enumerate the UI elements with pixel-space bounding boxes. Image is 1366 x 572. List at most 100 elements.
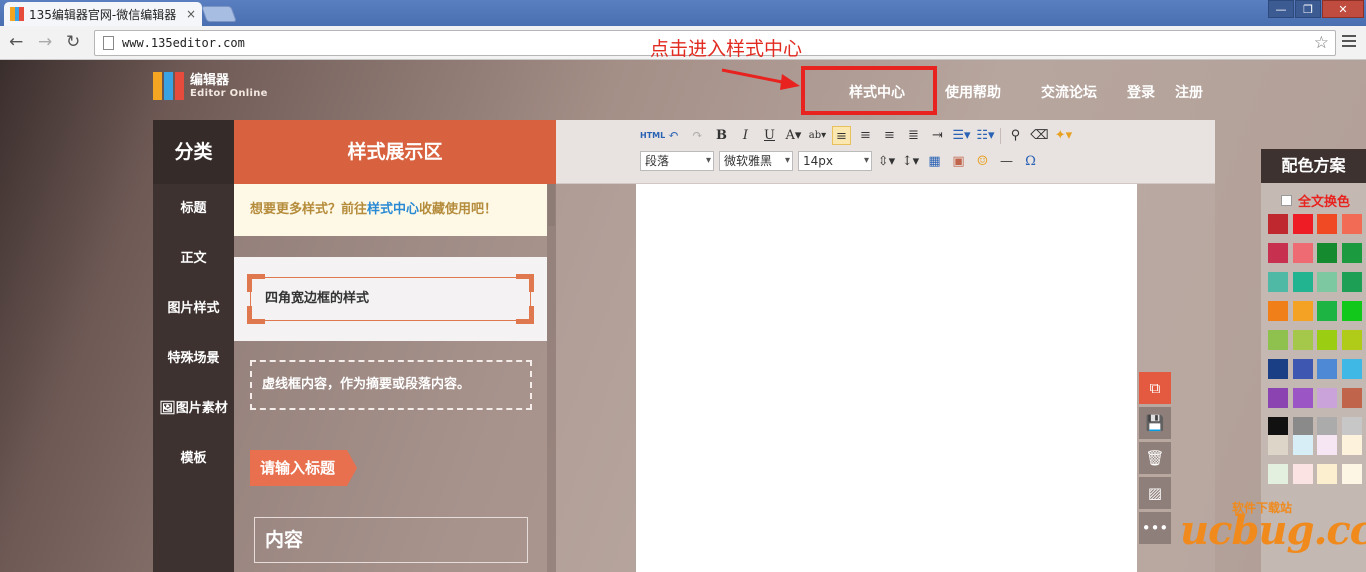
- color-swatch[interactable]: [1341, 214, 1362, 234]
- editor-document[interactable]: [636, 184, 1137, 572]
- color-swatch[interactable]: [1341, 272, 1362, 292]
- underline-icon[interactable]: U: [760, 126, 779, 145]
- color-swatch[interactable]: [1341, 388, 1362, 408]
- style-item-corner-frame[interactable]: 四角宽边框的样式: [234, 257, 547, 341]
- window-close-button[interactable]: ✕: [1322, 0, 1364, 18]
- color-swatch[interactable]: [1317, 435, 1337, 455]
- color-swatch[interactable]: [1317, 417, 1337, 437]
- site-logo[interactable]: 编辑器 Editor Online: [153, 72, 268, 100]
- color-swatch[interactable]: [1292, 435, 1313, 455]
- color-swatch[interactable]: [1268, 388, 1288, 408]
- category-item-template[interactable]: 模板: [153, 434, 234, 484]
- font-color-icon[interactable]: A▾: [784, 126, 803, 145]
- window-maximize-button[interactable]: ❐: [1295, 0, 1321, 18]
- nav-register[interactable]: 注册: [1175, 82, 1203, 102]
- color-swatch[interactable]: [1292, 359, 1313, 379]
- color-swatch[interactable]: [1292, 272, 1313, 292]
- color-swatch[interactable]: [1341, 435, 1362, 455]
- bold-icon[interactable]: B: [712, 126, 731, 145]
- font-family-select[interactable]: 微软雅黑: [719, 151, 793, 171]
- window-minimize-button[interactable]: —: [1268, 0, 1294, 18]
- color-swatch[interactable]: [1268, 464, 1288, 484]
- style-panel-scrollbar[interactable]: [547, 184, 556, 572]
- color-swatch[interactable]: [1317, 243, 1337, 263]
- color-swatch[interactable]: [1317, 330, 1337, 350]
- color-swatch[interactable]: [1268, 214, 1288, 234]
- style-item-title-tag[interactable]: 请输入标题: [250, 450, 358, 486]
- color-swatch[interactable]: [1292, 388, 1313, 408]
- category-item-image-style[interactable]: 图片样式: [153, 284, 234, 334]
- color-swatch[interactable]: [1292, 301, 1313, 321]
- recolor-all-toggle[interactable]: 全文换色: [1281, 191, 1366, 210]
- color-swatch[interactable]: [1268, 417, 1288, 437]
- color-swatch[interactable]: [1341, 301, 1362, 321]
- back-arrow-icon[interactable]: ←: [9, 32, 23, 52]
- magic-wand-icon[interactable]: ✦▾: [1054, 126, 1073, 145]
- save-icon[interactable]: 💾: [1139, 407, 1171, 439]
- emoji-icon[interactable]: ☺: [973, 152, 992, 171]
- category-item-special-scene[interactable]: 特殊场景: [153, 334, 234, 384]
- color-swatch[interactable]: [1317, 464, 1337, 484]
- undo-icon[interactable]: ↶: [664, 126, 683, 145]
- color-swatch[interactable]: [1317, 272, 1337, 292]
- special-char-icon[interactable]: Ω: [1021, 152, 1040, 171]
- align-left-icon[interactable]: ≡: [832, 126, 851, 145]
- tab-close-icon[interactable]: ×: [186, 7, 196, 21]
- color-swatch[interactable]: [1292, 243, 1313, 263]
- forward-arrow-icon[interactable]: →: [38, 32, 52, 52]
- align-justify-icon[interactable]: ≣: [904, 126, 923, 145]
- color-swatch[interactable]: [1292, 464, 1313, 484]
- category-item-title[interactable]: 标题: [153, 184, 234, 234]
- color-swatch[interactable]: [1341, 243, 1362, 263]
- font-size-select[interactable]: 14px: [798, 151, 872, 171]
- reload-icon[interactable]: ↻: [66, 32, 80, 52]
- align-right-icon[interactable]: ≡: [880, 126, 899, 145]
- category-item-image-material[interactable]: 🖼图片素材: [153, 384, 234, 434]
- horizontal-rule-icon[interactable]: —: [997, 152, 1016, 171]
- color-swatch[interactable]: [1317, 214, 1337, 234]
- indent-icon[interactable]: ⇥: [928, 126, 947, 145]
- picture-icon[interactable]: ▨: [1139, 477, 1171, 509]
- color-swatch[interactable]: [1317, 301, 1337, 321]
- table-icon[interactable]: ▦: [925, 152, 944, 171]
- color-swatch[interactable]: [1292, 417, 1313, 437]
- copy-icon[interactable]: ⧉: [1139, 372, 1171, 404]
- style-item-content-box[interactable]: 内容: [254, 517, 528, 563]
- line-spacing-icon[interactable]: ⇳▾: [877, 152, 896, 171]
- color-swatch[interactable]: [1341, 464, 1362, 484]
- color-swatch[interactable]: [1292, 330, 1313, 350]
- color-swatch[interactable]: [1341, 359, 1362, 379]
- ordered-list-icon[interactable]: ☷▾: [976, 126, 995, 145]
- color-swatch[interactable]: [1268, 272, 1288, 292]
- browser-tab[interactable]: 135编辑器官网-微信编辑器 ×: [4, 2, 202, 26]
- category-item-body[interactable]: 正文: [153, 234, 234, 284]
- color-swatch[interactable]: [1341, 330, 1362, 350]
- find-replace-icon[interactable]: ⚲: [1006, 126, 1025, 145]
- eraser-icon[interactable]: ⌫: [1030, 126, 1049, 145]
- color-swatch[interactable]: [1268, 243, 1288, 263]
- color-swatch[interactable]: [1268, 359, 1288, 379]
- browser-menu-icon[interactable]: [1342, 35, 1356, 50]
- highlight-color-icon[interactable]: ab▾: [808, 126, 827, 145]
- color-swatch[interactable]: [1317, 359, 1337, 379]
- nav-forum[interactable]: 交流论坛: [1041, 82, 1097, 102]
- color-swatch[interactable]: [1317, 388, 1337, 408]
- color-swatch[interactable]: [1268, 330, 1288, 350]
- insert-image-icon[interactable]: ▣: [949, 152, 968, 171]
- recolor-all-checkbox[interactable]: [1281, 195, 1292, 206]
- more-icon[interactable]: •••: [1139, 512, 1171, 544]
- color-swatch[interactable]: [1341, 417, 1362, 437]
- nav-login[interactable]: 登录: [1127, 82, 1155, 102]
- redo-icon[interactable]: ↷: [688, 126, 707, 145]
- new-tab-button[interactable]: [201, 6, 237, 22]
- trash-icon[interactable]: 🗑: [1139, 442, 1171, 474]
- bookmark-star-icon[interactable]: ☆: [1314, 33, 1329, 53]
- paragraph-spacing-icon[interactable]: ↕▾: [901, 152, 920, 171]
- notice-style-center-link[interactable]: 样式中心: [367, 202, 419, 217]
- nav-help[interactable]: 使用帮助: [945, 82, 1001, 102]
- style-item-dashed-box[interactable]: 虚线框内容，作为摘要或段落内容。: [250, 360, 532, 410]
- color-swatch[interactable]: [1268, 435, 1288, 455]
- align-center-icon[interactable]: ≡: [856, 126, 875, 145]
- color-swatch[interactable]: [1268, 301, 1288, 321]
- color-swatch[interactable]: [1292, 214, 1313, 234]
